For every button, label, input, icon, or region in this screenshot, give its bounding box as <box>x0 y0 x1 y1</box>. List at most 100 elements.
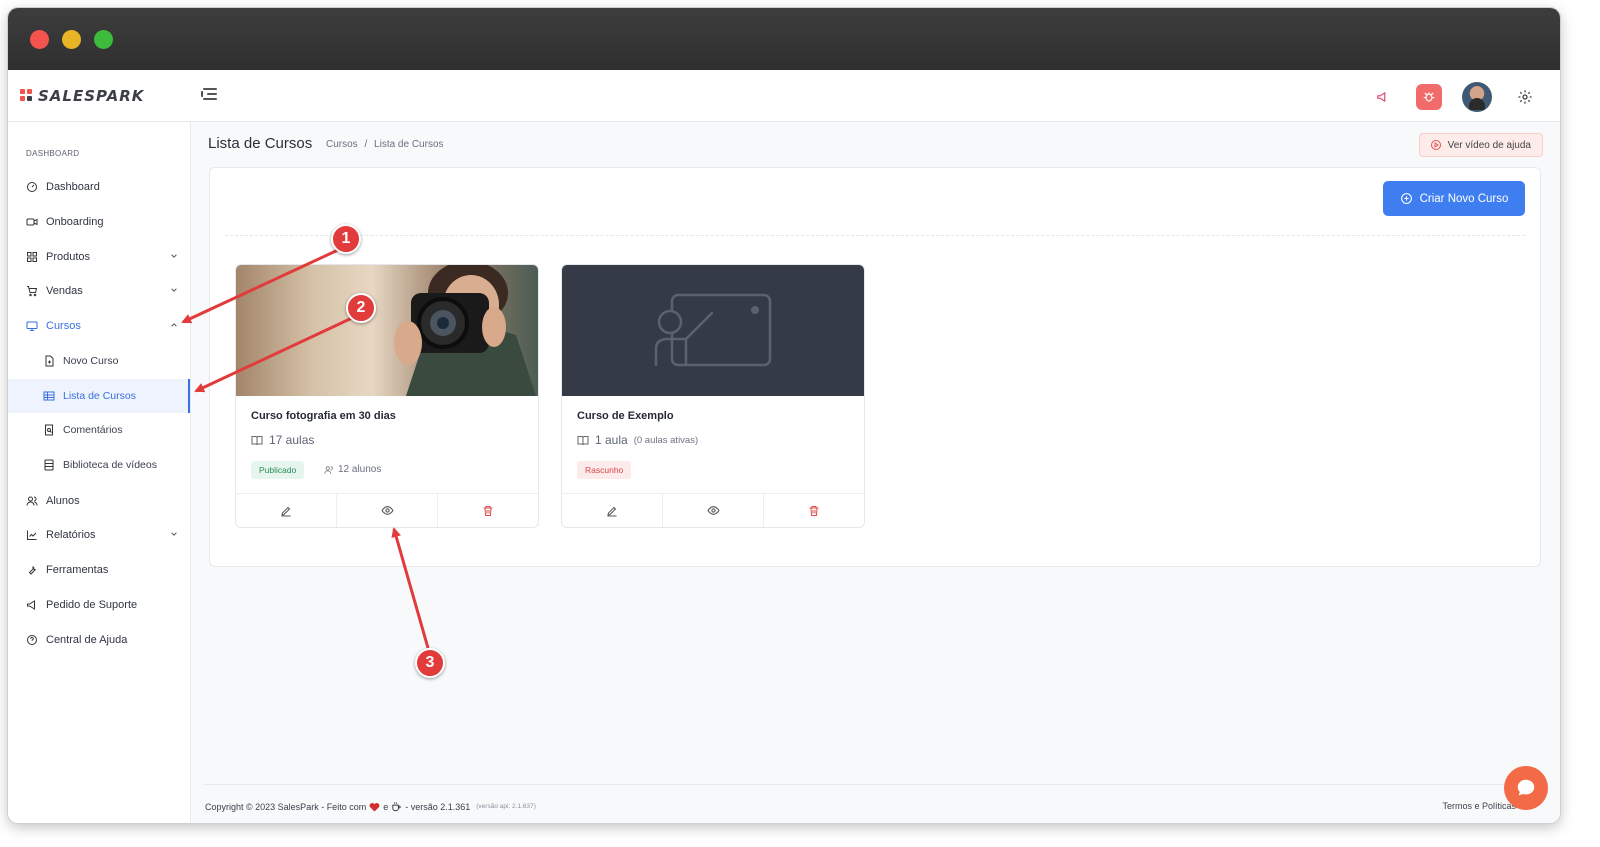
book-open-icon <box>251 435 263 445</box>
sidebar-item-produtos[interactable]: Produtos <box>8 240 190 274</box>
chevron-down-icon <box>171 254 177 258</box>
create-course-button[interactable]: Criar Novo Curso <box>1383 181 1525 216</box>
chart-line-icon <box>26 529 38 541</box>
sidebar-item-label: Novo Curso <box>63 355 119 367</box>
delete-course-button[interactable] <box>437 494 538 527</box>
close-window-button[interactable] <box>30 30 49 49</box>
main-content: Lista de Cursos Cursos / Lista de Cursos… <box>191 122 1560 823</box>
user-avatar[interactable] <box>1462 82 1492 112</box>
sidebar-item-biblioteca-de-videos[interactable]: Biblioteca de vídeos <box>8 448 190 482</box>
megaphone-icon <box>26 599 38 611</box>
cart-icon <box>26 285 38 297</box>
sidebar-item-ferramentas[interactable]: Ferramentas <box>8 553 190 587</box>
sidebar-section-label: DASHBOARD <box>26 149 80 158</box>
bug-report-icon[interactable] <box>1416 84 1442 110</box>
sidebar-item-label: Cursos <box>46 320 81 332</box>
presentation-placeholder-icon <box>654 293 772 367</box>
heart-icon <box>369 802 380 812</box>
logo-mark-icon <box>20 89 34 103</box>
gear-icon[interactable] <box>1512 84 1538 110</box>
lessons-count: 17 aulas <box>269 433 315 447</box>
course-lessons: 17 aulas <box>251 433 314 447</box>
footer: Copyright © 2023 SalesPark - Feito com e… <box>205 801 536 812</box>
sidebar-item-vendas[interactable]: Vendas <box>8 274 190 308</box>
sidebar-item-label: Central de Ajuda <box>46 634 128 646</box>
create-course-label: Criar Novo Curso <box>1419 192 1509 205</box>
view-course-button[interactable] <box>662 494 763 527</box>
sidebar-item-alunos[interactable]: Alunos <box>8 484 190 518</box>
course-title[interactable]: Curso fotografia em 30 dias <box>251 410 396 422</box>
sidebar-item-label: Onboarding <box>46 216 104 228</box>
course-thumbnail[interactable] <box>562 265 864 396</box>
annotation-marker: 2 <box>346 293 376 323</box>
window-titlebar <box>8 8 1560 70</box>
api-version: (versão api: 2.1.637) <box>476 803 536 810</box>
megaphone-icon[interactable] <box>1370 84 1396 110</box>
trash-icon <box>809 505 819 516</box>
pencil-icon <box>607 506 617 516</box>
terms-link[interactable]: Termos e Políticas <box>1442 801 1516 811</box>
sidebar-item-label: Alunos <box>46 495 80 507</box>
chat-bubble-icon <box>1517 779 1535 796</box>
breadcrumb-current: Lista de Cursos <box>374 139 444 150</box>
sidebar-item-label: Biblioteca de vídeos <box>63 459 157 471</box>
annotation-marker: 3 <box>415 648 445 678</box>
course-actions <box>562 493 864 527</box>
course-list-panel: Criar Novo Curso Curso fotografia em 30 … <box>209 167 1541 567</box>
monitor-icon <box>26 320 38 332</box>
lessons-count: 1 aula <box>595 433 628 447</box>
edit-course-button[interactable] <box>236 494 336 527</box>
page-title: Lista de Cursos <box>208 135 313 152</box>
play-circle-icon <box>1430 140 1441 150</box>
chevron-down-icon <box>171 288 177 292</box>
sidebar-item-label: Comentários <box>63 424 123 436</box>
sidebar-item-onboarding[interactable]: Onboarding <box>8 205 190 239</box>
gauge-icon <box>26 181 38 193</box>
breadcrumb-cursos[interactable]: Cursos <box>326 139 358 150</box>
sidebar-item-label: Pedido de Suporte <box>46 599 138 611</box>
wrench-icon <box>26 564 38 576</box>
sidebar-item-label: Vendas <box>46 285 83 297</box>
chevron-down-icon <box>171 532 177 536</box>
sidebar-item-novo-curso[interactable]: Novo Curso <box>8 344 190 378</box>
sidebar: DASHBOARD Dashboard Onboarding Produtos … <box>8 122 191 823</box>
menu-toggle-icon[interactable] <box>201 88 217 102</box>
database-icon <box>43 459 55 471</box>
course-thumbnail[interactable] <box>236 265 538 396</box>
help-video-label: Ver vídeo de ajuda <box>1447 139 1531 151</box>
comment-file-icon <box>43 424 55 436</box>
course-card[interactable]: Curso fotografia em 30 dias 17 aulas Pub… <box>235 264 539 528</box>
course-card[interactable]: Curso de Exemplo 1 aula (0 aulas ativas)… <box>561 264 865 528</box>
status-badge: Publicado <box>251 461 305 479</box>
divider <box>225 235 1525 236</box>
sidebar-item-dashboard[interactable]: Dashboard <box>8 170 190 204</box>
photographer-image <box>394 265 536 396</box>
chevron-up-icon <box>171 323 177 327</box>
status-badge: Rascunho <box>577 461 632 479</box>
book-open-icon <box>577 435 589 445</box>
course-title[interactable]: Curso de Exemplo <box>577 410 674 422</box>
coffee-icon <box>392 802 401 812</box>
sidebar-item-cursos[interactable]: Cursos <box>8 309 190 343</box>
delete-course-button[interactable] <box>763 494 864 527</box>
view-course-button[interactable] <box>336 494 437 527</box>
chat-widget-button[interactable] <box>1504 766 1548 810</box>
salespark-logo[interactable]: SALESPARK <box>20 86 144 106</box>
logo-text: SALESPARK <box>38 87 145 105</box>
eye-icon <box>706 506 720 515</box>
app-window: SALESPARK DASHBOARD Dashboard Onboarding… <box>8 8 1560 823</box>
minimize-window-button[interactable] <box>62 30 81 49</box>
app-version: - versão 2.1.361 <box>405 801 471 812</box>
sidebar-item-pedido-de-suporte[interactable]: Pedido de Suporte <box>8 588 190 622</box>
sidebar-item-lista-de-cursos[interactable]: Lista de Cursos <box>8 379 190 413</box>
sidebar-item-label: Ferramentas <box>46 564 109 576</box>
maximize-window-button[interactable] <box>94 30 113 49</box>
sidebar-item-comentarios[interactable]: Comentários <box>8 413 190 447</box>
copyright-text: Copyright © 2023 SalesPark - Feito com <box>205 801 367 812</box>
help-video-button[interactable]: Ver vídeo de ajuda <box>1418 133 1543 157</box>
sidebar-item-central-de-ajuda[interactable]: Central de Ajuda <box>8 623 190 657</box>
edit-course-button[interactable] <box>562 494 662 527</box>
sidebar-item-label: Lista de Cursos <box>63 390 136 402</box>
sidebar-item-relatorios[interactable]: Relatórios <box>8 518 190 552</box>
sidebar-item-label: Dashboard <box>46 181 100 193</box>
